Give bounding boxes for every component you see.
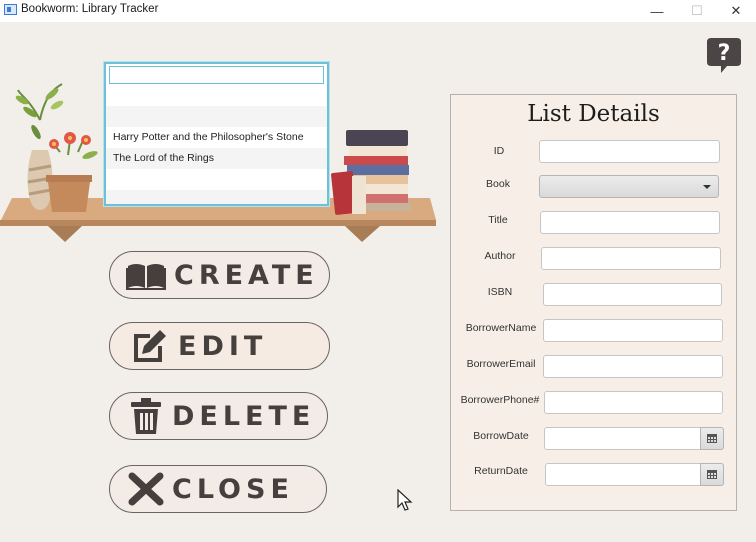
list-item[interactable]: Harry Potter and the Philosopher's Stone — [106, 127, 327, 148]
chevron-down-icon — [703, 185, 711, 189]
field-label-return-date: ReturnDate — [474, 465, 528, 477]
window-title: Bookworm: Library Tracker — [21, 3, 159, 15]
calendar-icon — [707, 434, 717, 443]
create-button-label: CREATE — [174, 259, 319, 291]
book-select[interactable] — [539, 175, 719, 198]
return-date-field[interactable] — [545, 463, 724, 486]
title-field[interactable] — [540, 211, 720, 234]
shelf-bracket-left — [48, 226, 82, 242]
calendar-icon — [707, 470, 717, 479]
shelf-bracket-right — [345, 226, 380, 242]
book-stack-icon — [331, 130, 411, 215]
list-item[interactable] — [106, 85, 327, 106]
edit-pencil-icon — [134, 330, 166, 362]
details-title: List Details — [527, 101, 660, 127]
field-label-book: Book — [486, 178, 510, 190]
id-field[interactable] — [539, 140, 720, 163]
field-label-id: ID — [493, 145, 505, 157]
close-app-button[interactable]: CLOSE — [109, 465, 327, 513]
field-label-borrow-date: BorrowDate — [473, 430, 529, 442]
author-field[interactable] — [541, 247, 721, 270]
list-item[interactable] — [106, 169, 327, 190]
app-icon — [4, 4, 17, 15]
field-label-isbn: ISBN — [487, 286, 513, 298]
list-search-input[interactable] — [109, 66, 324, 84]
isbn-field[interactable] — [543, 283, 722, 306]
list-item[interactable] — [106, 190, 327, 204]
calendar-button[interactable] — [700, 463, 724, 486]
window-titlebar: Bookworm: Library Tracker — ☐ ✕ — [0, 0, 756, 22]
list-item[interactable] — [106, 106, 327, 127]
delete-button-label: DELETE — [172, 400, 316, 432]
maximize-button[interactable]: ☐ — [677, 0, 717, 22]
borrower-phone-field[interactable] — [544, 391, 723, 414]
svg-text:?: ? — [718, 41, 731, 66]
list-item[interactable]: The Lord of the Rings — [106, 148, 327, 169]
x-icon — [128, 472, 164, 506]
list-details-panel: List Details ID Book Title Author ISBN B… — [450, 94, 737, 511]
close-button-label: CLOSE — [172, 473, 294, 505]
field-label-author: Author — [484, 250, 516, 262]
field-label-borrower-name: BorrowerName — [465, 322, 537, 334]
minimize-button[interactable]: — — [637, 0, 677, 22]
question-bubble-icon: ? — [707, 38, 741, 73]
trash-icon — [131, 398, 161, 434]
close-window-button[interactable]: ✕ — [716, 0, 756, 22]
help-button[interactable]: ? — [705, 36, 743, 74]
field-label-borrower-phone: BorrowerPhone# — [460, 394, 540, 406]
mouse-cursor-icon — [397, 489, 413, 511]
field-label-borrower-email: BorrowerEmail — [466, 358, 536, 370]
borrow-date-field[interactable] — [544, 427, 724, 450]
edit-button[interactable]: EDIT — [109, 322, 330, 370]
field-label-title: Title — [488, 214, 508, 226]
book-list[interactable]: Harry Potter and the Philosopher's Stone… — [104, 62, 329, 206]
open-book-icon — [126, 264, 166, 290]
borrower-name-field[interactable] — [543, 319, 723, 342]
create-button[interactable]: CREATE — [109, 251, 330, 299]
calendar-button[interactable] — [700, 427, 724, 450]
delete-button[interactable]: DELETE — [109, 392, 328, 440]
edit-button-label: EDIT — [178, 330, 268, 362]
borrower-email-field[interactable] — [543, 355, 723, 378]
